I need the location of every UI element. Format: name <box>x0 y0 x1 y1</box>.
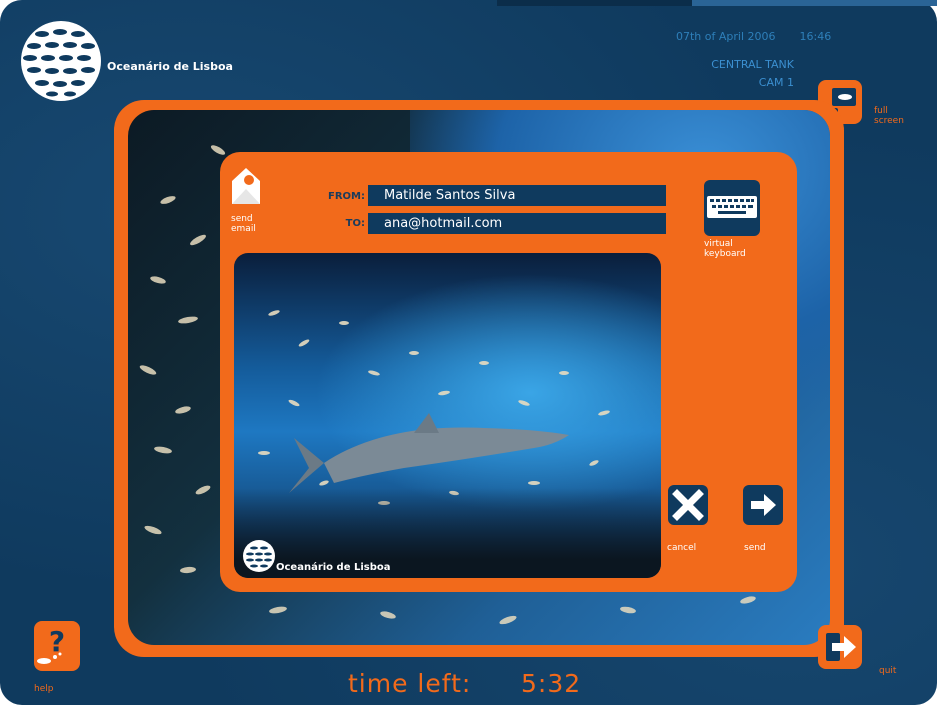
quit-label: quit <box>879 666 897 676</box>
time-left-label: time left: <box>348 669 472 698</box>
window-top-strip <box>497 0 937 6</box>
full-screen-label: full screen <box>874 106 904 126</box>
send-label: send <box>744 543 766 553</box>
to-field[interactable]: ana@hotmail.com <box>368 213 666 234</box>
send-button[interactable] <box>743 485 783 525</box>
time-left-value: 5:32 <box>521 669 582 698</box>
oceanario-logo-icon <box>21 21 101 101</box>
virtual-keyboard-label: virtual keyboard <box>704 239 746 259</box>
help-button[interactable]: ? <box>34 621 80 671</box>
from-field[interactable]: Matilde Santos Silva <box>368 185 666 206</box>
photo-logo-icon <box>243 540 275 572</box>
camera-label: CAM 1 <box>758 76 794 89</box>
close-icon <box>672 489 704 521</box>
email-panel: send email FROM: Matilde Santos Silva TO… <box>220 152 797 592</box>
cancel-button[interactable] <box>668 485 708 525</box>
cancel-label: cancel <box>667 543 697 553</box>
svg-text:?: ? <box>49 625 65 658</box>
photo-caption: Oceanário de Lisboa <box>276 562 391 573</box>
to-label: TO: <box>345 218 365 229</box>
exit-icon <box>826 633 856 661</box>
help-label: help <box>34 684 54 694</box>
email-photo: Oceanário de Lisboa <box>234 253 661 578</box>
date-display: 07th of April 2006 <box>676 30 776 43</box>
quit-button[interactable] <box>818 625 862 669</box>
arrow-right-icon <box>751 494 776 516</box>
tank-label: CENTRAL TANK <box>711 58 794 71</box>
brand-name: Oceanário de Lisboa <box>107 60 233 73</box>
envelope-icon <box>232 168 260 204</box>
from-label: FROM: <box>328 191 365 202</box>
virtual-keyboard-button[interactable] <box>704 180 760 236</box>
send-email-title: send email <box>231 214 256 234</box>
date-time: 07th of April 2006 16:46 <box>676 30 831 43</box>
help-icon: ? <box>37 625 65 664</box>
keyboard-icon <box>707 196 757 218</box>
time-display: 16:46 <box>799 30 832 43</box>
